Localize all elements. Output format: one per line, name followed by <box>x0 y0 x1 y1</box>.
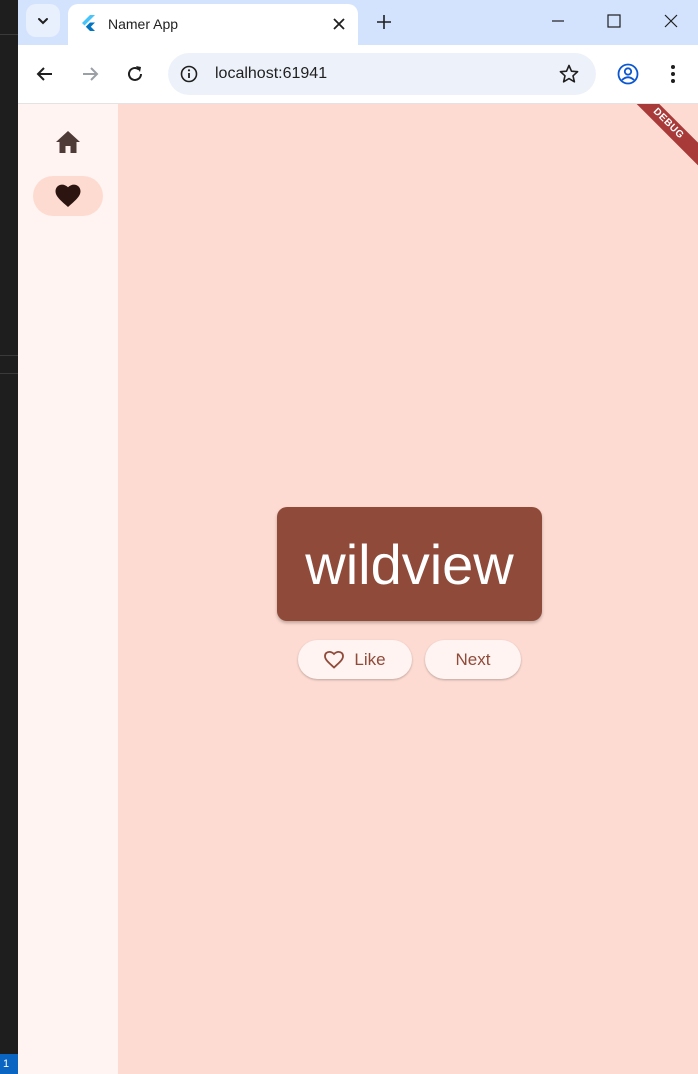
close-icon <box>333 18 345 30</box>
minimize-icon <box>552 20 564 22</box>
info-icon <box>180 65 198 83</box>
heart-outline-icon <box>324 650 345 669</box>
maximize-button[interactable] <box>594 6 634 36</box>
reload-button[interactable] <box>119 58 151 90</box>
home-icon <box>56 131 80 153</box>
like-label: Like <box>354 649 386 669</box>
app-page: wildview Like Next DEBUG <box>18 104 698 1074</box>
browser-toolbar: localhost:61941 <box>18 45 698 104</box>
next-label: Next <box>455 649 491 669</box>
profile-button[interactable] <box>612 58 644 90</box>
heart-icon <box>55 184 81 207</box>
browser-window: Namer App localhost:61941 wildview Like … <box>18 0 698 1074</box>
rail-item-home[interactable] <box>33 122 103 162</box>
maximize-icon <box>607 14 621 28</box>
new-tab-button[interactable] <box>370 8 398 36</box>
url-text[interactable]: localhost:61941 <box>215 65 327 83</box>
close-icon <box>664 14 678 28</box>
bookmark-button[interactable] <box>558 63 580 85</box>
forward-button[interactable] <box>74 58 106 90</box>
star-icon <box>559 64 579 83</box>
more-vertical-icon <box>671 65 675 83</box>
arrow-left-icon <box>36 67 52 81</box>
account-icon <box>617 63 639 85</box>
chevron-down-icon <box>38 17 48 24</box>
site-info-button[interactable] <box>178 63 200 85</box>
next-button[interactable]: Next <box>425 640 521 679</box>
navigation-rail <box>18 104 118 1074</box>
like-button[interactable]: Like <box>298 640 412 679</box>
tab-title: Namer App <box>108 16 179 32</box>
word-pair-text: wildview <box>305 532 514 596</box>
plus-icon <box>377 15 391 29</box>
minimize-button[interactable] <box>538 6 578 36</box>
arrow-right-icon <box>83 67 99 81</box>
flutter-icon <box>82 15 95 31</box>
taskbar-badge: 1 <box>0 1054 18 1074</box>
tab-bar: Namer App <box>18 0 698 45</box>
menu-button[interactable] <box>657 58 689 90</box>
back-button[interactable] <box>29 58 61 90</box>
address-bar[interactable]: localhost:61941 <box>168 53 596 95</box>
reload-icon <box>128 66 142 81</box>
debug-banner: DEBUG <box>619 104 698 173</box>
window-close-button[interactable] <box>651 6 691 36</box>
word-card: wildview <box>277 507 542 621</box>
tab-search-button[interactable] <box>26 4 60 37</box>
browser-tab[interactable]: Namer App <box>68 4 358 45</box>
tab-close-button[interactable] <box>328 13 350 35</box>
rail-item-favorites[interactable] <box>33 176 103 216</box>
desktop-background: 1 <box>0 0 18 1074</box>
